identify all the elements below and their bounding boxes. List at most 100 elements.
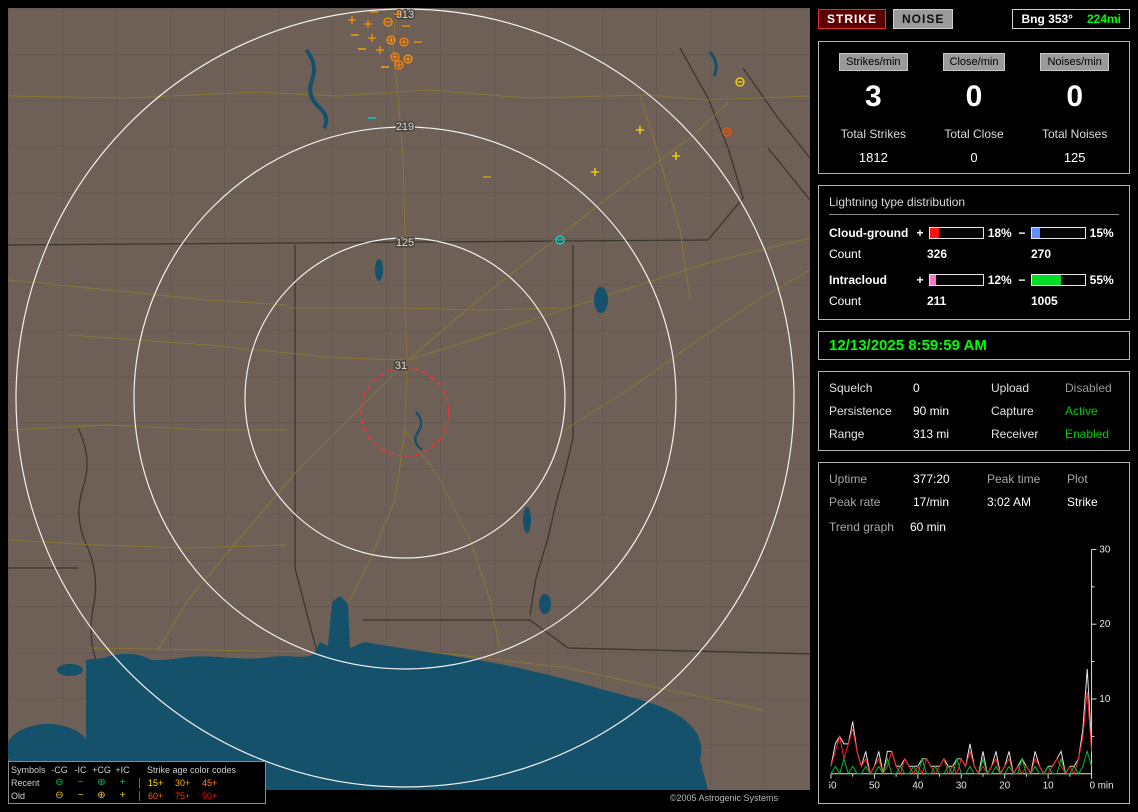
cg-plus-bar-fill [929, 228, 940, 238]
upload-status: Disabled [1065, 381, 1112, 395]
bearing-value: Bng 353° [1021, 12, 1073, 26]
legend-age-old: 60+ 75+ 90+ [139, 790, 229, 801]
ic-minus-count: 1005 [1031, 294, 1058, 308]
count-label: Count [829, 247, 862, 261]
total-strikes-label: Total Strikes [840, 127, 907, 141]
receiver-status: Enabled [1065, 427, 1110, 441]
noise-indicator-button[interactable]: NOISE [893, 9, 954, 29]
squelch-value: 0 [913, 381, 920, 395]
close-per-min-label: Close/min [942, 53, 1006, 71]
trend-graph-title: Trend graph 60 min [829, 520, 1119, 534]
datetime-display: 12/13/2025 8:59:59 AM [818, 331, 1130, 360]
ic-plus-bar [928, 274, 984, 286]
strikes-per-min-value: 3 [864, 80, 882, 113]
svg-text:30: 30 [956, 780, 967, 791]
minus-sign: − [1018, 226, 1026, 240]
legend-col-ncg: -CG [51, 764, 68, 775]
total-strikes-value: 1812 [858, 150, 888, 165]
plus-icon: + [119, 776, 126, 788]
svg-text:20: 20 [999, 780, 1010, 791]
cg-plus-pct: 18% [987, 226, 1012, 240]
age-60: 60+ [148, 790, 164, 801]
lightning-map-area: 313 219 125 31 Symbols -CG -IC +CG +IC Stri… [8, 8, 810, 804]
age-15: 15+ [148, 777, 164, 788]
legend-age-title: Strike age color codes [147, 764, 237, 775]
trend-label: Trend graph [829, 520, 894, 534]
total-close-label: Total Close [944, 127, 1004, 141]
uptime-value: 377:20 [913, 472, 950, 486]
ic-plus-bar-fill [929, 275, 937, 285]
event-topbar: STRIKE NOISE Bng 353° 224mi [818, 8, 1130, 30]
minus-sign: − [1018, 273, 1026, 287]
stats-box: Uptime 377:20 Peak time Plot Peak rate 1… [818, 462, 1130, 804]
legend-recent-label: Recent [11, 777, 40, 788]
close-counter: Close/min 0 Total Close 0 [924, 52, 1025, 165]
legend-symbols-label: Symbols [11, 764, 46, 775]
upload-label: Upload [991, 381, 1030, 395]
range-value: 313 mi [913, 427, 950, 441]
cg-minus-bar [1030, 227, 1086, 239]
ic-minus-bar-fill [1031, 275, 1061, 285]
intracloud-row: Intracloud + 12% − 55% [829, 273, 1119, 287]
age-30: 30+ [175, 777, 191, 788]
persistence-label: Persistence [829, 404, 892, 418]
capture-label: Capture [991, 404, 1034, 418]
age-45: 45+ [202, 777, 218, 788]
map-legend: Symbols -CG -IC +CG +IC Strike age color… [8, 761, 266, 804]
svg-text:50: 50 [869, 780, 880, 791]
strike-indicator-button[interactable]: STRIKE [818, 9, 887, 29]
strikes-per-min-label: Strikes/min [839, 53, 908, 71]
svg-text:125: 125 [396, 237, 414, 249]
cloud-ground-count-row: Count 326 270 [829, 247, 1119, 261]
ic-plus-count: 211 [927, 294, 947, 308]
close-per-min-value: 0 [965, 80, 983, 113]
noises-per-min-label: Noises/min [1040, 53, 1109, 71]
minus-icon: − [77, 789, 84, 801]
legend-col-pic: +IC [115, 764, 130, 775]
cg-plus-bar [928, 227, 984, 239]
distribution-title: Lightning type distribution [829, 195, 1119, 215]
legend-col-pcg: +CG [92, 764, 111, 775]
cg-plus-count: 326 [927, 247, 948, 261]
trend-graph: 10 20 30 60 50 40 30 20 10 0 min [829, 544, 1114, 791]
plus-sign: + [916, 226, 924, 240]
bearing-box: Bng 353° 224mi [1012, 9, 1130, 29]
cloud-ground-label: Cloud-ground [829, 226, 909, 240]
plus-icon: + [119, 789, 126, 801]
range-label: Range [829, 427, 865, 441]
noises-counter: Noises/min 0 Total Noises 125 [1024, 52, 1125, 165]
svg-text:31: 31 [395, 360, 407, 372]
status-panel: STRIKE NOISE Bng 353° 224mi Strikes/min … [818, 8, 1130, 804]
cg-minus-count: 270 [1031, 247, 1052, 261]
svg-text:40: 40 [912, 780, 923, 791]
uptime-label: Uptime [829, 472, 868, 486]
circle-minus-icon: ⊖ [55, 789, 64, 801]
cg-minus-bar-fill [1031, 228, 1040, 238]
total-noises-label: Total Noises [1041, 127, 1108, 141]
capture-status: Active [1065, 404, 1098, 418]
legend-col-nic: -IC [74, 764, 87, 775]
persistence-value: 90 min [913, 404, 950, 418]
intracloud-label: Intracloud [829, 273, 888, 287]
noises-per-min-value: 0 [1066, 80, 1084, 113]
svg-text:10: 10 [1099, 694, 1110, 705]
svg-text:219: 219 [396, 121, 414, 133]
circle-plus-icon: ⊕ [97, 776, 106, 788]
plot-label: Plot [1067, 472, 1088, 486]
plus-sign: + [916, 273, 924, 287]
intracloud-count-row: Count 211 1005 [829, 294, 1119, 308]
trend-window-value: 60 min [909, 520, 946, 534]
bearing-range-value: 224mi [1086, 12, 1121, 26]
age-75: 75+ [175, 790, 191, 801]
rate-counters: Strikes/min 3 Total Strikes 1812 Close/m… [818, 41, 1130, 174]
legend-age-recent: 15+ 30+ 45+ [139, 777, 229, 788]
plot-value: Strike [1067, 495, 1098, 509]
peak-rate-value: 17/min [913, 495, 950, 509]
peak-time-value: 3:02 AM [987, 495, 1032, 509]
minus-icon: − [77, 776, 84, 788]
settings-box: Squelch 0 Upload Disabled Persistence 90… [818, 371, 1130, 451]
peak-rate-label: Peak rate [829, 495, 881, 509]
total-noises-value: 125 [1063, 150, 1086, 165]
copyright-credit: ©2005 Astrogenic Systems [665, 793, 782, 803]
stats-grid: Uptime 377:20 Peak time Plot Peak rate 1… [829, 472, 1119, 509]
